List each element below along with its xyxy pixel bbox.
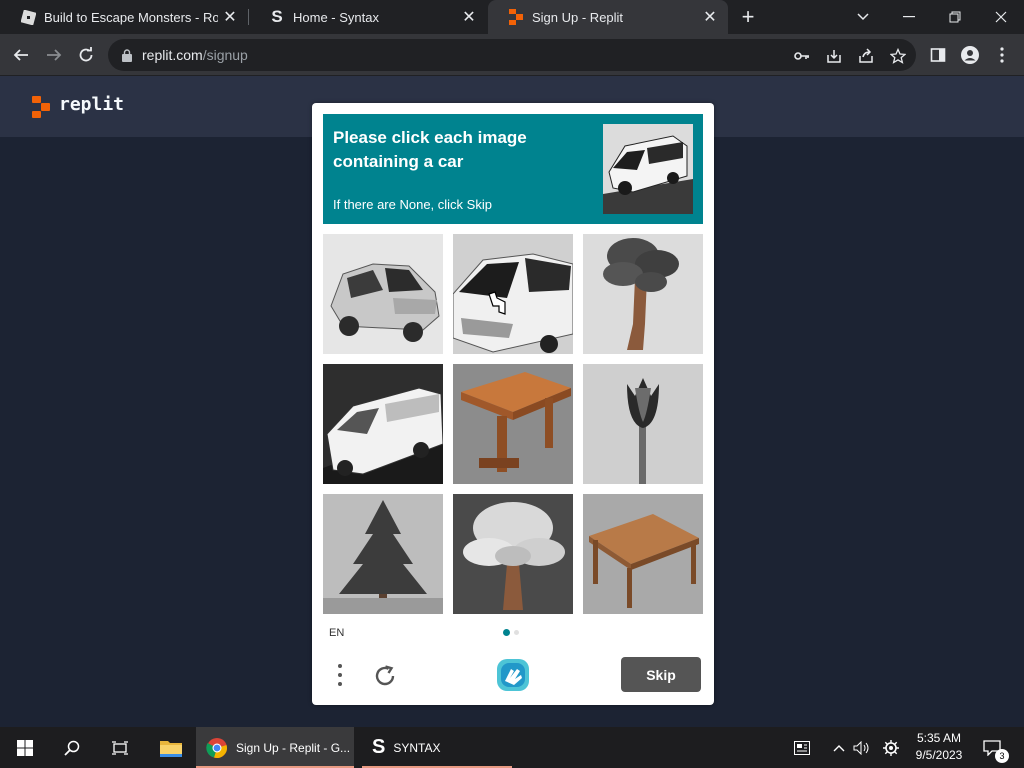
tab-title: Home - Syntax [293,9,379,25]
url-text: replit.com/signup [142,39,248,71]
example-image [603,124,693,214]
page-indicator-dot [503,629,510,636]
url-path: /signup [202,47,248,63]
bookmark-star-icon[interactable] [888,46,908,66]
window-close-icon[interactable] [978,0,1024,34]
notification-count-badge: 3 [995,749,1009,763]
clock-time: 5:35 AM [916,731,962,745]
reload-icon[interactable] [73,42,99,68]
tab-syntax[interactable]: S Home - Syntax ✕ [249,0,487,34]
install-app-icon[interactable] [824,46,844,66]
tab-search-chevron-icon[interactable] [840,0,886,34]
captcha-tile-tree[interactable] [583,234,703,354]
task-view-icon[interactable] [106,727,134,768]
hcaptcha-logo-icon[interactable] [495,657,531,693]
kebab-menu-icon[interactable] [989,42,1015,68]
close-icon[interactable]: ✕ [698,5,722,29]
prompt-line1: Please click each image [333,128,527,147]
tab-title: Build to Escape Monsters - Roblo [44,9,218,25]
captcha-tile-tulip[interactable] [583,364,703,484]
captcha-tile-car[interactable] [323,234,443,354]
captcha-tile-car[interactable] [453,234,573,354]
captcha-refresh-icon[interactable] [370,661,400,691]
clock-date: 9/5/2023 [915,748,963,762]
chevron-up-icon[interactable] [830,727,848,768]
roblox-icon [20,9,36,25]
close-icon[interactable]: ✕ [457,5,481,29]
tab-roblox[interactable]: Build to Escape Monsters - Roblo ✕ [0,0,248,34]
profile-avatar-icon[interactable] [957,42,983,68]
windows-taskbar: Sign Up - Replit - G... S SYNTAX 5:35 AM… [0,727,1024,768]
prompt-question: Please click each image containing a car [333,126,593,174]
file-explorer-icon[interactable] [156,727,186,768]
page-indicator-dot [514,630,519,635]
share-icon[interactable] [856,46,876,66]
news-widget-icon[interactable] [790,727,814,768]
new-tab-button[interactable]: + [736,4,760,29]
tab-title: Sign Up - Replit [532,9,624,25]
prompt-line2: containing a car [333,152,464,171]
taskbar-app-syntax[interactable]: S SYNTAX [362,727,512,768]
key-icon[interactable] [792,46,812,66]
chrome-icon [206,737,228,759]
captcha-tile-table[interactable] [583,494,703,614]
captcha-menu-icon[interactable] [332,661,348,689]
brand-name[interactable]: replit [59,94,124,115]
minimize-icon[interactable] [886,0,932,34]
forward-arrow-icon[interactable] [41,42,67,68]
tab-strip: Build to Escape Monsters - Roblo ✕ S Hom… [0,0,1024,34]
close-icon[interactable]: ✕ [218,5,242,29]
browser-toolbar: replit.com/signup [0,34,1024,76]
lock-icon[interactable] [120,47,134,63]
search-icon[interactable] [58,727,86,768]
windows-start-icon[interactable] [10,727,40,768]
taskbar-app-chrome[interactable]: Sign Up - Replit - G... [196,727,354,768]
volume-icon[interactable] [852,727,872,768]
settings-gear-icon[interactable] [880,727,902,768]
tab-replit-signup[interactable]: Sign Up - Replit ✕ [488,0,728,34]
side-panel-icon[interactable] [925,42,951,68]
taskbar-app-label: SYNTAX [393,740,441,755]
back-arrow-icon[interactable] [8,42,34,68]
replit-logo-icon[interactable] [32,96,52,118]
syntax-s-icon: S [271,7,283,26]
captcha-tile-tree[interactable] [453,494,573,614]
skip-button[interactable]: Skip [621,657,701,692]
address-bar[interactable]: replit.com/signup [108,39,916,71]
taskbar-app-label: Sign Up - Replit - G... [236,740,351,755]
captcha-tile-table[interactable] [453,364,573,484]
captcha-prompt: Please click each image containing a car… [323,114,703,224]
captcha-challenge: Please click each image containing a car… [312,103,714,705]
captcha-tile-tree[interactable] [323,494,443,614]
url-host: replit.com [142,47,203,63]
system-clock[interactable]: 5:35 AM 9/5/2023 [910,730,968,764]
language-selector[interactable]: EN [329,627,344,639]
replit-icon [508,9,524,25]
captcha-tile-van[interactable] [323,364,443,484]
syntax-s-icon: S [372,736,386,758]
prompt-hint: If there are None, click Skip [333,197,492,212]
restore-icon[interactable] [932,0,978,34]
